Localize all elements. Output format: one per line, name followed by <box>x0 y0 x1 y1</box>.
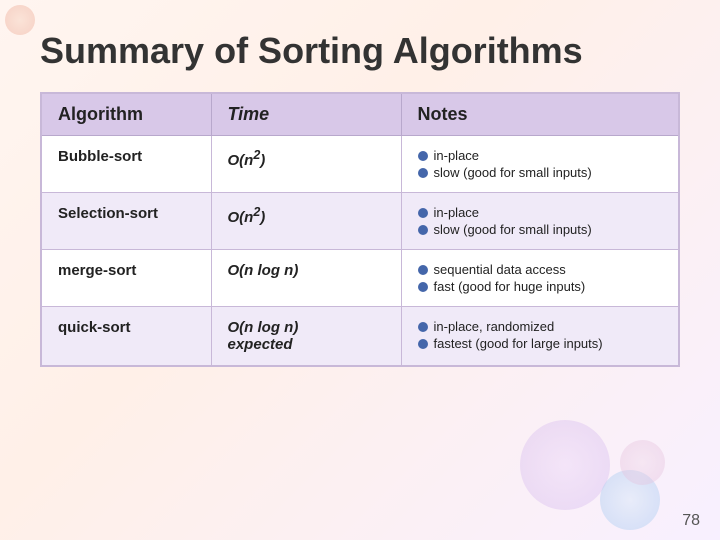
note-item: slow (good for small inputs) <box>418 222 663 237</box>
header-notes: Notes <box>401 93 679 136</box>
note-item: slow (good for small inputs) <box>418 165 663 180</box>
cell-time: O(n log n) <box>211 250 401 307</box>
cell-algorithm: Bubble-sort <box>41 136 211 193</box>
bullet-icon <box>418 339 428 349</box>
note-item: fast (good for huge inputs) <box>418 279 663 294</box>
bullet-icon <box>418 282 428 292</box>
table-row: Selection-sortO(n2) in-place slow (good fo… <box>41 193 679 250</box>
bullet-icon <box>418 208 428 218</box>
note-item: in-place, randomized <box>418 319 663 334</box>
table-row: Bubble-sortO(n2) in-place slow (good for s… <box>41 136 679 193</box>
bullet-icon <box>418 265 428 275</box>
cell-time: O(n2) <box>211 136 401 193</box>
decorative-circle-top-left <box>5 5 35 35</box>
note-text: sequential data access <box>434 262 566 277</box>
bullet-icon <box>418 225 428 235</box>
cell-notes: in-place slow (good for small inputs) <box>401 193 679 250</box>
note-item: sequential data access <box>418 262 663 277</box>
main-content: Summary of Sorting Algorithms Algorithm … <box>0 0 720 387</box>
bullet-icon <box>418 322 428 332</box>
note-text: in-place, randomized <box>434 319 555 334</box>
decorative-circle-1 <box>520 420 610 510</box>
note-text: in-place <box>434 205 480 220</box>
table-header-row: Algorithm Time Notes <box>41 93 679 136</box>
cell-time: O(n2) <box>211 193 401 250</box>
bullet-icon <box>418 168 428 178</box>
header-time: Time <box>211 93 401 136</box>
cell-notes: sequential data access fast (good for hug… <box>401 250 679 307</box>
table-row: quick-sortO(n log n)expectedin-place, ra… <box>41 307 679 367</box>
cell-algorithm: quick-sort <box>41 307 211 367</box>
cell-algorithm: merge-sort <box>41 250 211 307</box>
note-item: in-place <box>418 205 663 220</box>
note-text: slow (good for small inputs) <box>434 165 592 180</box>
page-number: 78 <box>682 512 700 530</box>
note-text: slow (good for small inputs) <box>434 222 592 237</box>
cell-notes: in-place slow (good for small inputs) <box>401 136 679 193</box>
note-text: fastest (good for large inputs) <box>434 336 603 351</box>
note-item: in-place <box>418 148 663 163</box>
note-text: in-place <box>434 148 480 163</box>
note-text: fast (good for huge inputs) <box>434 279 586 294</box>
page-title: Summary of Sorting Algorithms <box>40 30 680 72</box>
cell-time: O(n log n)expected <box>211 307 401 367</box>
bullet-icon <box>418 151 428 161</box>
table-row: merge-sortO(n log n)sequential data acce… <box>41 250 679 307</box>
sorting-algorithms-table: Algorithm Time Notes Bubble-sortO(n2)in-… <box>40 92 680 367</box>
header-algorithm: Algorithm <box>41 93 211 136</box>
cell-algorithm: Selection-sort <box>41 193 211 250</box>
decorative-circle-3 <box>620 440 665 485</box>
cell-notes: in-place, randomized fastest (good for la… <box>401 307 679 367</box>
note-item: fastest (good for large inputs) <box>418 336 663 351</box>
